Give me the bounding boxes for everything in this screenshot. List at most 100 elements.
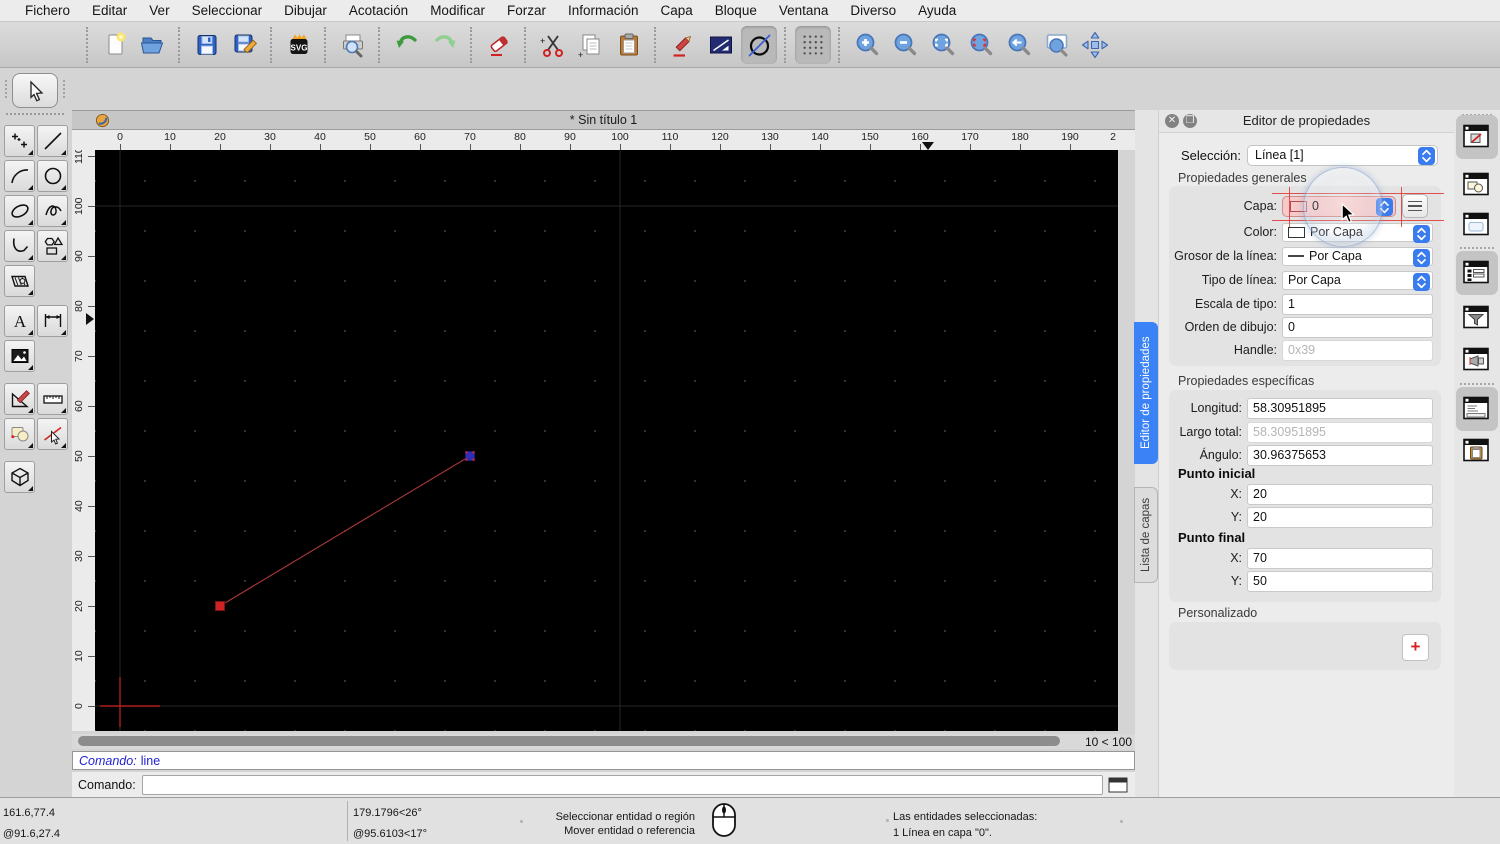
zoom-out-icon[interactable] (887, 26, 923, 64)
undo-icon[interactable] (389, 26, 425, 64)
image-tool[interactable] (4, 340, 35, 372)
menu-modificar[interactable]: Modificar (419, 0, 496, 22)
sidetab-layer-list[interactable]: Lista de capas (1134, 487, 1158, 583)
svg-export-icon[interactable]: SVG (281, 26, 317, 64)
handle-ref-dot (465, 458, 468, 461)
copy-icon[interactable]: + (573, 26, 609, 64)
menu-fichero[interactable]: Fichero (14, 0, 81, 22)
menu-bloque[interactable]: Bloque (704, 0, 768, 22)
measure-tool[interactable] (37, 383, 68, 415)
spline-tool[interactable] (37, 195, 68, 227)
shapes-tool[interactable] (37, 230, 68, 262)
zoom-window-icon[interactable] (1039, 26, 1075, 64)
block-list-window-icon[interactable] (1462, 170, 1492, 200)
angle-field[interactable]: 30.96375653 (1247, 444, 1433, 466)
mouse-icon (711, 802, 737, 841)
document-tab-bar[interactable]: * Sin título 1 (72, 110, 1135, 130)
selbtn-gripper-right[interactable] (63, 80, 67, 98)
selection-tool-button[interactable] (12, 73, 58, 108)
zoom-previous-icon[interactable] (1001, 26, 1037, 64)
isometric-circle-icon[interactable] (741, 25, 777, 64)
grid-toggle-icon[interactable] (795, 25, 831, 64)
solid-tool[interactable] (4, 461, 35, 493)
property-editor-window-icon[interactable] (1456, 115, 1498, 159)
menu-acotacion[interactable]: Acotación (338, 0, 419, 22)
menu-editar[interactable]: Editar (81, 0, 138, 22)
hruler-label: 80 (514, 131, 526, 143)
line-entity[interactable] (219, 455, 471, 607)
drawing-canvas[interactable] (95, 150, 1118, 731)
submenu-corner-icon (28, 255, 33, 260)
layer-list-window-icon[interactable] (1456, 251, 1498, 295)
lineweight-combo[interactable]: Por Capa (1282, 246, 1433, 267)
select-entity-tool[interactable] (37, 418, 68, 450)
line-start-handle[interactable] (215, 601, 225, 611)
menu-diverso[interactable]: Diverso (839, 0, 907, 22)
zoom-auto-icon[interactable] (925, 26, 961, 64)
start-y-field[interactable]: 20 (1247, 506, 1433, 528)
menu-ventana[interactable]: Ventana (768, 0, 840, 22)
selection-filter-window-icon[interactable] (1462, 303, 1492, 333)
menu-dibujar[interactable]: Dibujar (273, 0, 338, 22)
layer-menu-icon[interactable] (1402, 194, 1428, 218)
line-tool[interactable] (37, 125, 68, 157)
menu-informacion[interactable]: Información (557, 0, 650, 22)
save-as-icon[interactable] (227, 26, 263, 64)
library-browser-window-icon[interactable] (1462, 210, 1492, 240)
cut-icon[interactable]: + (535, 26, 571, 64)
pan-icon[interactable] (1077, 26, 1113, 64)
delete-entities-icon[interactable] (481, 26, 517, 64)
command-line-window-icon[interactable] (1456, 387, 1498, 431)
point-tool[interactable] (4, 125, 35, 157)
selection-combo[interactable]: Línea [1] (1247, 144, 1438, 168)
start-x-field[interactable]: 20 (1247, 483, 1433, 505)
stepper-icon[interactable] (1413, 248, 1430, 270)
ellipse-tool[interactable] (4, 195, 35, 227)
paste-icon[interactable] (611, 26, 647, 64)
text-tool[interactable]: A (4, 305, 35, 337)
draw-pencil-icon[interactable] (665, 26, 701, 64)
linetype-combo[interactable]: Por Capa (1282, 270, 1433, 291)
open-file-icon[interactable] (135, 26, 171, 64)
zoom-selection-icon[interactable] (963, 26, 999, 64)
length-field[interactable]: 58.30951895 (1247, 397, 1433, 419)
menu-ver[interactable]: Ver (138, 0, 180, 22)
command-input[interactable] (141, 774, 1103, 795)
submenu-corner-icon (28, 220, 33, 225)
circle-tool[interactable] (37, 160, 68, 192)
menu-capa[interactable]: Capa (650, 0, 704, 22)
dimension-tool[interactable] (37, 305, 68, 337)
toolbar-gripper[interactable] (86, 27, 90, 63)
save-icon[interactable] (189, 26, 225, 64)
scrollbar-thumb[interactable] (78, 736, 1060, 746)
end-x-field[interactable]: 70 (1247, 547, 1433, 569)
arc-tool[interactable] (4, 160, 35, 192)
menu-forzar[interactable]: Forzar (496, 0, 557, 22)
sidetab-property-editor[interactable]: Editor de propiedades (1134, 322, 1158, 464)
stepper-icon[interactable] (1413, 272, 1430, 294)
print-preview-icon[interactable] (335, 26, 371, 64)
handle-label: Handle: (1233, 343, 1277, 357)
polyline-tool[interactable] (4, 230, 35, 262)
linetype-scale-field[interactable]: 1 (1282, 293, 1433, 315)
horizontal-scrollbar[interactable]: 10 < 100 (72, 734, 1135, 749)
command-window-icon[interactable] (1108, 777, 1130, 793)
selbtn-gripper-left[interactable] (5, 80, 9, 98)
zoom-in-icon[interactable] (849, 26, 885, 64)
end-y-field[interactable]: 50 (1247, 570, 1433, 592)
menu-seleccionar[interactable]: Seleccionar (181, 0, 274, 22)
modify-tool[interactable] (4, 383, 35, 415)
redo-icon[interactable] (427, 26, 463, 64)
palette-gripper[interactable] (6, 113, 64, 115)
add-custom-property-button[interactable]: + (1402, 634, 1429, 661)
stepper-icon[interactable] (1418, 146, 1435, 168)
command-options-window-icon[interactable] (1462, 345, 1492, 375)
new-document-icon[interactable] (97, 26, 133, 64)
draw-order-field[interactable]: 0 (1282, 316, 1433, 338)
ortho-line-icon[interactable] (703, 26, 739, 64)
clipboard-window-icon[interactable] (1462, 436, 1492, 466)
stepper-icon[interactable] (1413, 224, 1430, 246)
hatch-tool[interactable] (4, 265, 35, 297)
menu-ayuda[interactable]: Ayuda (907, 0, 967, 22)
block-tool[interactable] (4, 418, 35, 450)
